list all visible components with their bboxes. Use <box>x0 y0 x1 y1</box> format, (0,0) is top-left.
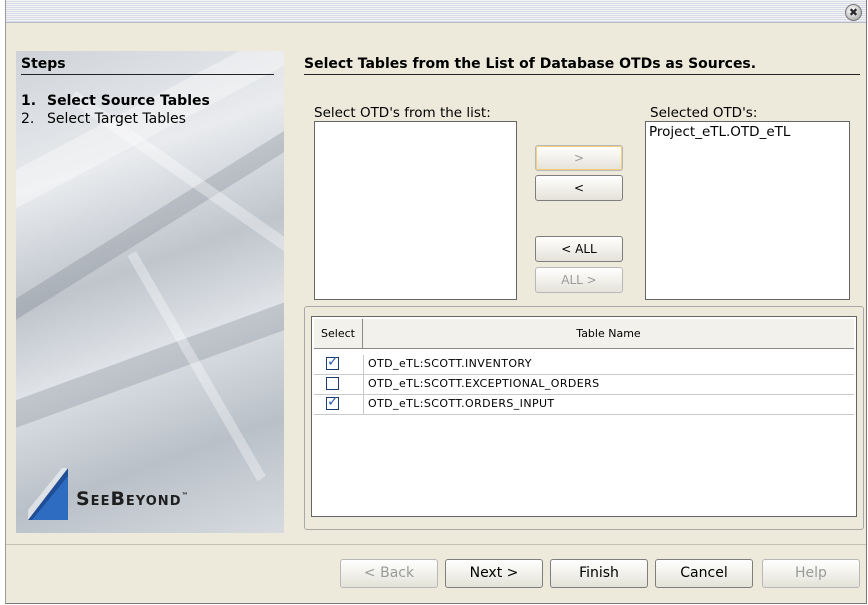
steps-divider <box>21 74 274 75</box>
title-divider <box>304 74 860 75</box>
table-row[interactable]: OTD_eTL:SCOTT.INVENTORY <box>314 354 854 375</box>
available-otds-list[interactable] <box>314 121 517 300</box>
step-item-select-source: 1. Select Source Tables <box>21 93 210 109</box>
select-checkbox[interactable] <box>326 394 339 410</box>
help-button[interactable]: Help <box>762 559 860 588</box>
table-name-cell: OTD_eTL:SCOTT.EXCEPTIONAL_ORDERS <box>368 377 600 390</box>
column-header-table-name[interactable]: Table Name <box>363 319 854 348</box>
close-icon[interactable]: ✖ <box>845 4 862 21</box>
table-header: Select Table Name <box>314 319 854 349</box>
remove-button[interactable]: < <box>535 175 623 201</box>
footer-divider <box>6 544 866 545</box>
logo-text: SeeBeyond <box>76 488 182 510</box>
step-label: Select Target Tables <box>47 111 186 127</box>
title-bar: ✖ <box>6 0 866 23</box>
table-row[interactable]: OTD_eTL:SCOTT.EXCEPTIONAL_ORDERS <box>314 375 854 395</box>
page-title: Select Tables from the List of Database … <box>304 56 757 72</box>
column-divider <box>363 375 364 394</box>
back-button[interactable]: < Back <box>340 559 438 588</box>
logo-wordmark: SeeBeyond™ <box>76 488 189 510</box>
wizard-dialog: ✖ Steps 1. Select Source Tables 2. Select … <box>5 0 867 604</box>
column-header-select[interactable]: Select <box>314 319 363 348</box>
table-row[interactable]: OTD_eTL:SCOTT.ORDERS_INPUT <box>314 394 854 415</box>
logo-mark-icon <box>28 468 68 520</box>
cancel-button[interactable]: Cancel <box>655 559 753 588</box>
steps-title: Steps <box>21 56 66 72</box>
step-label: Select Source Tables <box>47 93 210 109</box>
available-otds-label: Select OTD's from the list: <box>314 105 491 121</box>
select-checkbox[interactable] <box>326 377 339 390</box>
steps-panel: Steps 1. Select Source Tables 2. Select Ta… <box>16 51 284 533</box>
add-all-button[interactable]: ALL > <box>535 267 623 293</box>
step-item-select-target: 2. Select Target Tables <box>21 111 186 127</box>
selected-otds-list[interactable]: Project_eTL.OTD_eTL <box>645 121 850 300</box>
selected-otds-label: Selected OTD's: <box>650 105 758 121</box>
remove-all-button[interactable]: < ALL <box>535 236 623 262</box>
background-beam <box>16 51 284 222</box>
select-checkbox[interactable] <box>326 354 339 370</box>
seebeyond-logo: SeeBeyond™ <box>28 464 256 520</box>
table-name-cell: OTD_eTL:SCOTT.INVENTORY <box>368 357 532 370</box>
add-button[interactable]: > <box>535 145 623 171</box>
next-button[interactable]: Next > <box>445 559 543 588</box>
step-number: 2. <box>21 111 35 127</box>
list-item[interactable]: Project_eTL.OTD_eTL <box>646 122 849 142</box>
column-divider <box>363 395 364 414</box>
table-name-cell: OTD_eTL:SCOTT.ORDERS_INPUT <box>368 397 555 410</box>
step-number: 1. <box>21 93 37 109</box>
finish-button[interactable]: Finish <box>550 559 648 588</box>
background-beam <box>16 281 284 436</box>
column-divider <box>363 355 364 374</box>
logo-trademark: ™ <box>181 491 190 500</box>
tables-table[interactable]: Select Table Name OTD_eTL:SCOTT.INVENTOR… <box>311 316 857 517</box>
